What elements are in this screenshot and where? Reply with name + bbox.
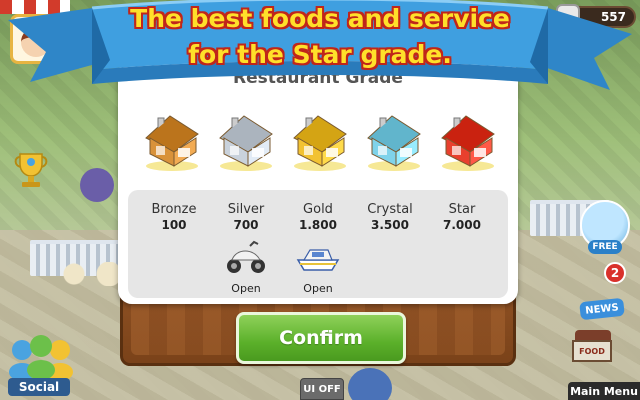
trophy-icon[interactable]: [10, 148, 52, 190]
social-button[interactable]: Social: [0, 330, 78, 400]
food-sign: FOOD: [572, 340, 612, 362]
house-star-icon: [441, 115, 495, 171]
grade-threshold: 7.000: [443, 218, 481, 232]
grade-threshold: 1.800: [299, 218, 337, 232]
main-menu-button[interactable]: Main Menu: [568, 382, 640, 400]
grade-column-bronze: Bronze 100: [139, 202, 209, 295]
scooter-icon: [227, 240, 265, 273]
chef-character: [348, 368, 392, 400]
grade-threshold: 3.500: [371, 218, 409, 232]
free-label: FREE: [588, 240, 622, 254]
social-label: Social: [8, 378, 70, 396]
grade-name: Star: [448, 202, 476, 217]
house-crystal-icon: [367, 115, 421, 171]
grade-threshold: 100: [161, 218, 187, 232]
grade-column-crystal: Crystal 3.500: [355, 202, 425, 295]
reward-status: Open: [303, 282, 333, 295]
grade-name: Silver: [227, 202, 265, 217]
grade-houses-row: [140, 108, 500, 188]
boat-icon: [296, 249, 340, 271]
confirm-button[interactable]: Confirm: [236, 312, 406, 364]
house-gold-icon: [293, 115, 347, 171]
house-silver-icon: [219, 115, 273, 171]
grade-threshold: 700: [233, 218, 259, 232]
banner-line-1: The best foods and service: [130, 4, 510, 33]
grade-info-box: Bronze 100 Silver 700 Open Gold 1.800 Open Cryst…: [128, 190, 508, 298]
grade-name: Bronze: [151, 202, 197, 217]
news-count-badge: 2: [604, 262, 626, 284]
reward-status: Open: [231, 282, 261, 295]
grade-name: Crystal: [367, 202, 413, 217]
house-bronze-icon: [145, 115, 199, 171]
banner-line-2: for the Star grade.: [188, 40, 452, 69]
grade-column-star: Star 7.000: [427, 202, 497, 295]
grade-column-gold: Gold 1.800 Open: [283, 202, 353, 295]
grade-name: Gold: [303, 202, 333, 217]
ui-off-button[interactable]: UI OFF: [300, 378, 344, 400]
people-icon: [9, 335, 73, 380]
customer-character: [80, 168, 114, 202]
grade-column-silver: Silver 700 Open: [211, 202, 281, 295]
